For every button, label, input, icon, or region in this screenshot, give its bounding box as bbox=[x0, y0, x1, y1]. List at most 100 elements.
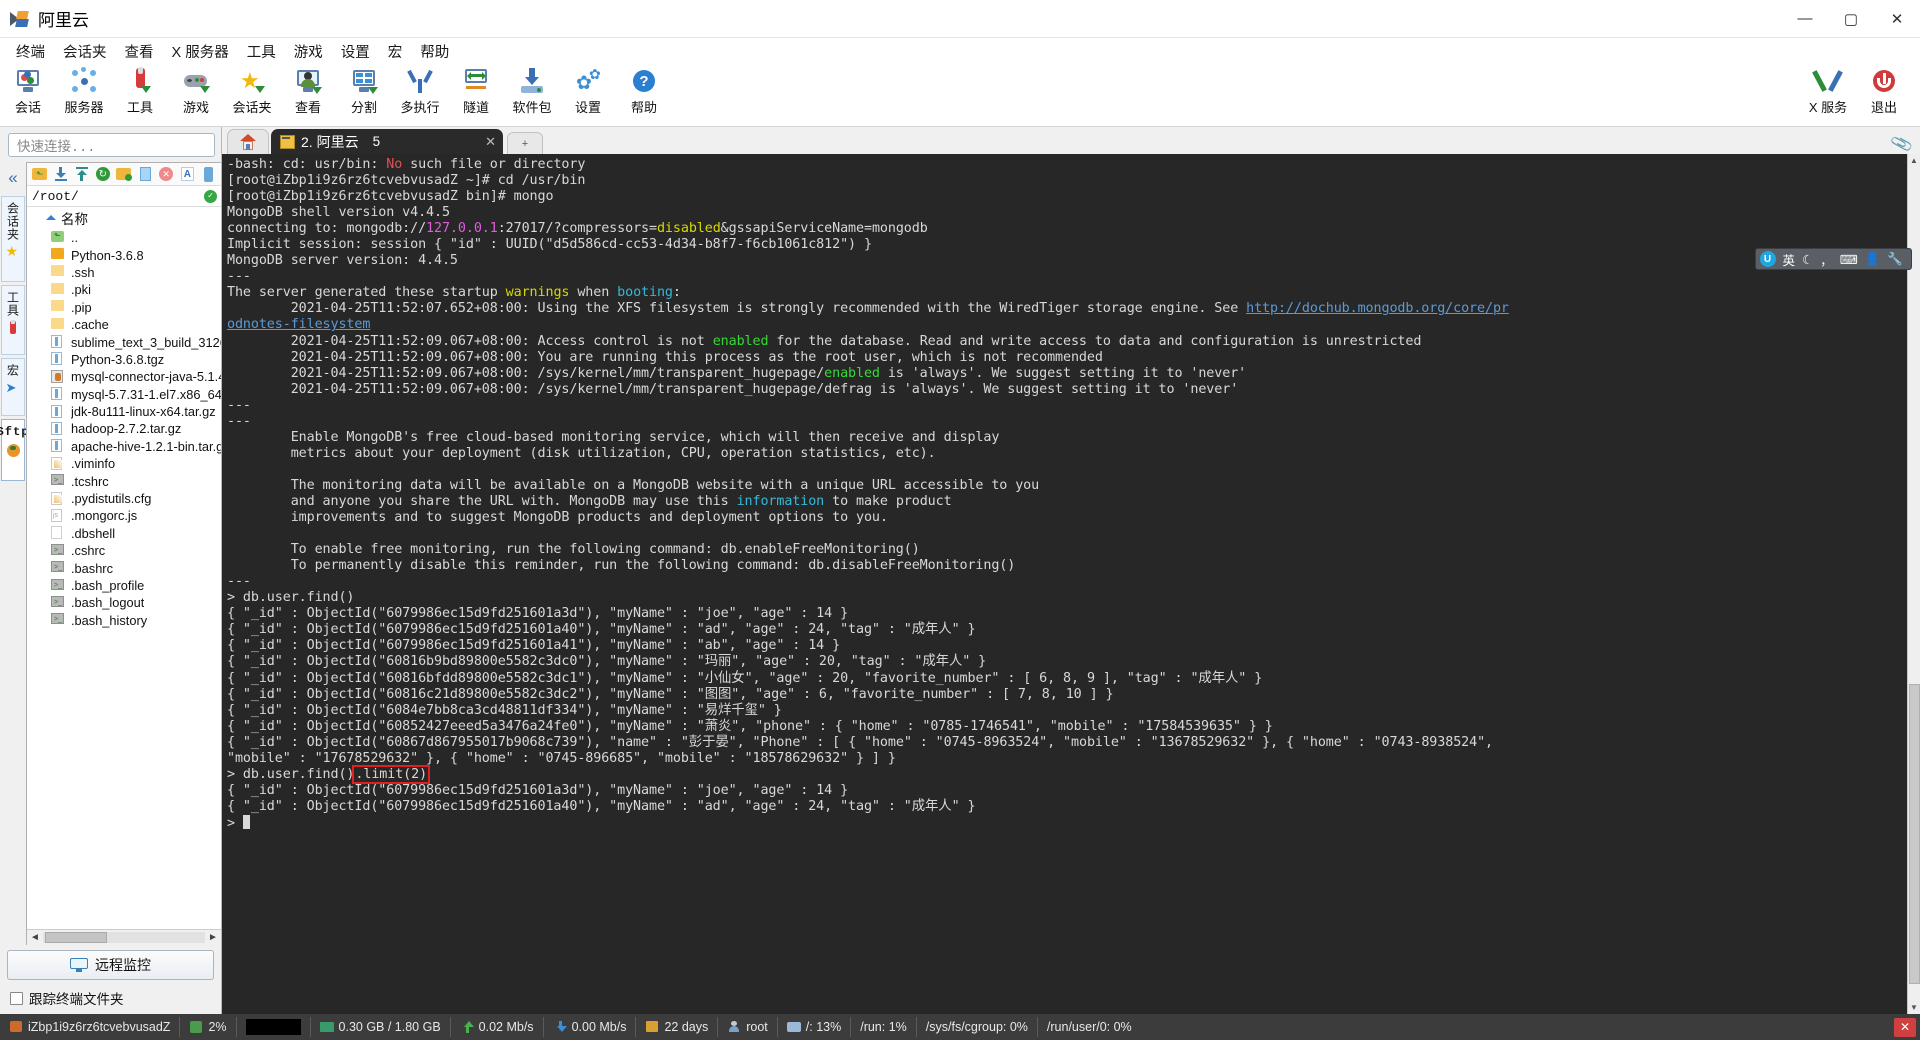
refresh-icon[interactable]: ↻ bbox=[93, 165, 112, 184]
file-list-hscrollbar[interactable]: ◄ ► bbox=[27, 929, 221, 945]
sidebar-tab-sftp[interactable]: Sftp bbox=[0, 419, 28, 481]
menu-settings[interactable]: 设置 bbox=[332, 39, 379, 64]
file-list-item[interactable]: .dbshell bbox=[27, 525, 221, 542]
delete-icon[interactable]: ✕ bbox=[157, 165, 176, 184]
sidebar-tab-sessions[interactable]: 会话夹 ★ bbox=[1, 196, 25, 282]
terminal-output[interactable]: -bash: cd: usr/bin: No such file or dire… bbox=[222, 154, 1907, 1014]
toolbar-view[interactable]: 查看 bbox=[280, 64, 336, 116]
status-close-button[interactable]: ✕ bbox=[1894, 1017, 1916, 1037]
tab-close-icon[interactable]: ✕ bbox=[485, 134, 496, 150]
sftp-browser: « 会话夹 ★ 工具 宏 ➤ Sftp ⬑ ↻ ✕ A /root/ ✓ 名称 … bbox=[0, 162, 221, 945]
menu-games[interactable]: 游戏 bbox=[285, 39, 332, 64]
menu-sessions[interactable]: 会话夹 bbox=[54, 39, 116, 64]
vscroll-thumb[interactable] bbox=[1909, 684, 1920, 985]
quick-connect-input[interactable]: 快速连接... bbox=[8, 133, 215, 157]
scroll-up-icon[interactable]: ▲ bbox=[1908, 154, 1920, 167]
file-list-item[interactable]: js .mongorc.js bbox=[27, 507, 221, 524]
scroll-left-icon[interactable]: ◄ bbox=[27, 932, 43, 943]
new-tab-button[interactable]: + bbox=[507, 132, 543, 154]
tab-home[interactable] bbox=[227, 129, 269, 154]
file-list-item[interactable]: ⬑.. bbox=[27, 229, 221, 246]
toolbar-settings[interactable]: ✿ ✿ 设置 bbox=[560, 64, 616, 116]
status-upload: 0.02 Mb/s bbox=[451, 1017, 544, 1037]
toolbar-multiexec[interactable]: 多执行 bbox=[392, 64, 448, 116]
menu-macros[interactable]: 宏 bbox=[379, 39, 412, 64]
file-list-item[interactable]: >_ .tcshrc bbox=[27, 472, 221, 489]
hscroll-thumb[interactable] bbox=[45, 932, 107, 943]
new-file-icon[interactable] bbox=[136, 165, 155, 184]
monitor-icon bbox=[70, 958, 88, 972]
sidebar-tab-macros[interactable]: 宏 ➤ bbox=[1, 358, 25, 416]
new-folder-icon[interactable] bbox=[114, 165, 133, 184]
toolbar-sessions-folder[interactable]: ★ 会话夹 bbox=[224, 64, 280, 116]
vscroll-track[interactable] bbox=[1908, 167, 1920, 1001]
collapse-sidebar-icon[interactable]: « bbox=[8, 168, 17, 188]
toolbar-tunnel[interactable]: 隧道 bbox=[448, 64, 504, 116]
ime-user-icon[interactable]: 👤 bbox=[1865, 252, 1881, 267]
file-list-item[interactable]: >_ .bash_profile bbox=[27, 577, 221, 594]
follow-terminal-folder-row[interactable]: 跟踪终端文件夹 bbox=[0, 984, 221, 1014]
file-list[interactable]: ⬑.. Python-3.6.8 .ssh .pki .pip .cache sublime… bbox=[27, 229, 221, 929]
file-column-header[interactable]: 名称 bbox=[27, 207, 221, 229]
ime-toolbar[interactable]: U 英 ☾ ， ⌨ 👤 🔧 bbox=[1754, 248, 1912, 270]
ime-settings-icon[interactable]: 🔧 bbox=[1887, 252, 1903, 267]
paperclip-icon[interactable]: 📎 bbox=[1889, 131, 1915, 157]
menu-view[interactable]: 查看 bbox=[116, 39, 163, 64]
toolbar-help[interactable]: ? 帮助 bbox=[616, 64, 672, 116]
upload-icon[interactable] bbox=[72, 165, 91, 184]
remote-monitoring-button[interactable]: 远程监控 bbox=[7, 950, 214, 980]
menu-xserver[interactable]: X 服务器 bbox=[163, 39, 238, 64]
toolbar-games[interactable]: 游戏 bbox=[168, 64, 224, 116]
ime-moon-icon[interactable]: ☾ bbox=[1802, 252, 1813, 267]
file-list-item[interactable]: .ssh bbox=[27, 264, 221, 281]
file-list-item[interactable]: >_ .bash_logout bbox=[27, 594, 221, 611]
sftp-path-bar[interactable]: /root/ ✓ bbox=[27, 186, 221, 207]
menu-help[interactable]: 帮助 bbox=[411, 39, 458, 64]
parent-folder-icon[interactable]: ⬑ bbox=[30, 165, 49, 184]
file-list-item[interactable]: .pip bbox=[27, 299, 221, 316]
file-list-item[interactable]: hadoop-2.7.2.tar.gz bbox=[27, 420, 221, 437]
file-list-item[interactable]: .cache bbox=[27, 316, 221, 333]
menu-tools[interactable]: 工具 bbox=[238, 39, 285, 64]
toolbar-session[interactable]: 会话 bbox=[0, 64, 56, 116]
maximize-button[interactable]: ▢ bbox=[1828, 0, 1874, 38]
usb-icon[interactable] bbox=[199, 165, 218, 184]
ime-punctuation-icon[interactable]: ， bbox=[1820, 250, 1833, 269]
file-list-item[interactable]: .pki bbox=[27, 281, 221, 298]
close-button[interactable]: ✕ bbox=[1874, 0, 1920, 38]
sidebar-tab-tools[interactable]: 工具 bbox=[1, 285, 25, 355]
status-uptime: 22 days bbox=[636, 1017, 719, 1037]
toolbar-xserver[interactable]: X 服务 bbox=[1800, 64, 1856, 116]
file-list-item[interactable]: .viminfo bbox=[27, 455, 221, 472]
follow-terminal-checkbox[interactable] bbox=[10, 991, 23, 1005]
file-list-item[interactable]: .pydistutils.cfg bbox=[27, 490, 221, 507]
menu-terminal[interactable]: 终端 bbox=[7, 39, 54, 64]
toolbar-packages[interactable]: 软件包 bbox=[504, 64, 560, 116]
toolbar-servers[interactable]: 服务器 bbox=[56, 64, 112, 116]
globe-icon bbox=[6, 443, 21, 458]
file-list-item[interactable]: apache-hive-1.2.1-bin.tar.gz bbox=[27, 438, 221, 455]
scroll-right-icon[interactable]: ► bbox=[205, 932, 221, 943]
file-list-item[interactable]: >_ .bashrc bbox=[27, 559, 221, 576]
toolbar-split[interactable]: 分割 bbox=[336, 64, 392, 116]
terminal-vscrollbar[interactable]: ▲ ▼ bbox=[1907, 154, 1920, 1014]
text-mode-icon[interactable]: A bbox=[178, 165, 197, 184]
file-list-item[interactable]: mysql-connector-java-5.1.46.jar bbox=[27, 368, 221, 385]
download-icon[interactable] bbox=[51, 165, 70, 184]
file-list-item[interactable]: Python-3.6.8 bbox=[27, 246, 221, 263]
scroll-down-icon[interactable]: ▼ bbox=[1908, 1001, 1920, 1014]
toolbar-tools[interactable]: 工具 bbox=[112, 64, 168, 116]
tab-session-aliyun[interactable]: 2. 阿里云 5 ✕ bbox=[271, 129, 503, 154]
minimize-button[interactable]: — bbox=[1782, 0, 1828, 38]
file-list-item[interactable]: Python-3.6.8.tgz bbox=[27, 351, 221, 368]
file-list-item[interactable]: >_ .cshrc bbox=[27, 542, 221, 559]
file-list-item[interactable]: >_ .bash_history bbox=[27, 612, 221, 629]
terminal-text: { "_id" : ObjectId("60852427eeed5a3476a2… bbox=[227, 718, 1273, 734]
ime-mode-chinese[interactable]: 英 bbox=[1783, 250, 1796, 269]
toolbar-exit[interactable]: 退出 bbox=[1856, 64, 1912, 116]
hscroll-track[interactable] bbox=[43, 932, 205, 943]
file-list-item[interactable]: jdk-8u111-linux-x64.tar.gz bbox=[27, 403, 221, 420]
file-list-item[interactable]: mysql-5.7.31-1.el7.x86_64.rpm-b bbox=[27, 386, 221, 403]
ime-keyboard-icon[interactable]: ⌨ bbox=[1840, 252, 1858, 267]
file-list-item[interactable]: sublime_text_3_build_3126_x64.t bbox=[27, 333, 221, 350]
